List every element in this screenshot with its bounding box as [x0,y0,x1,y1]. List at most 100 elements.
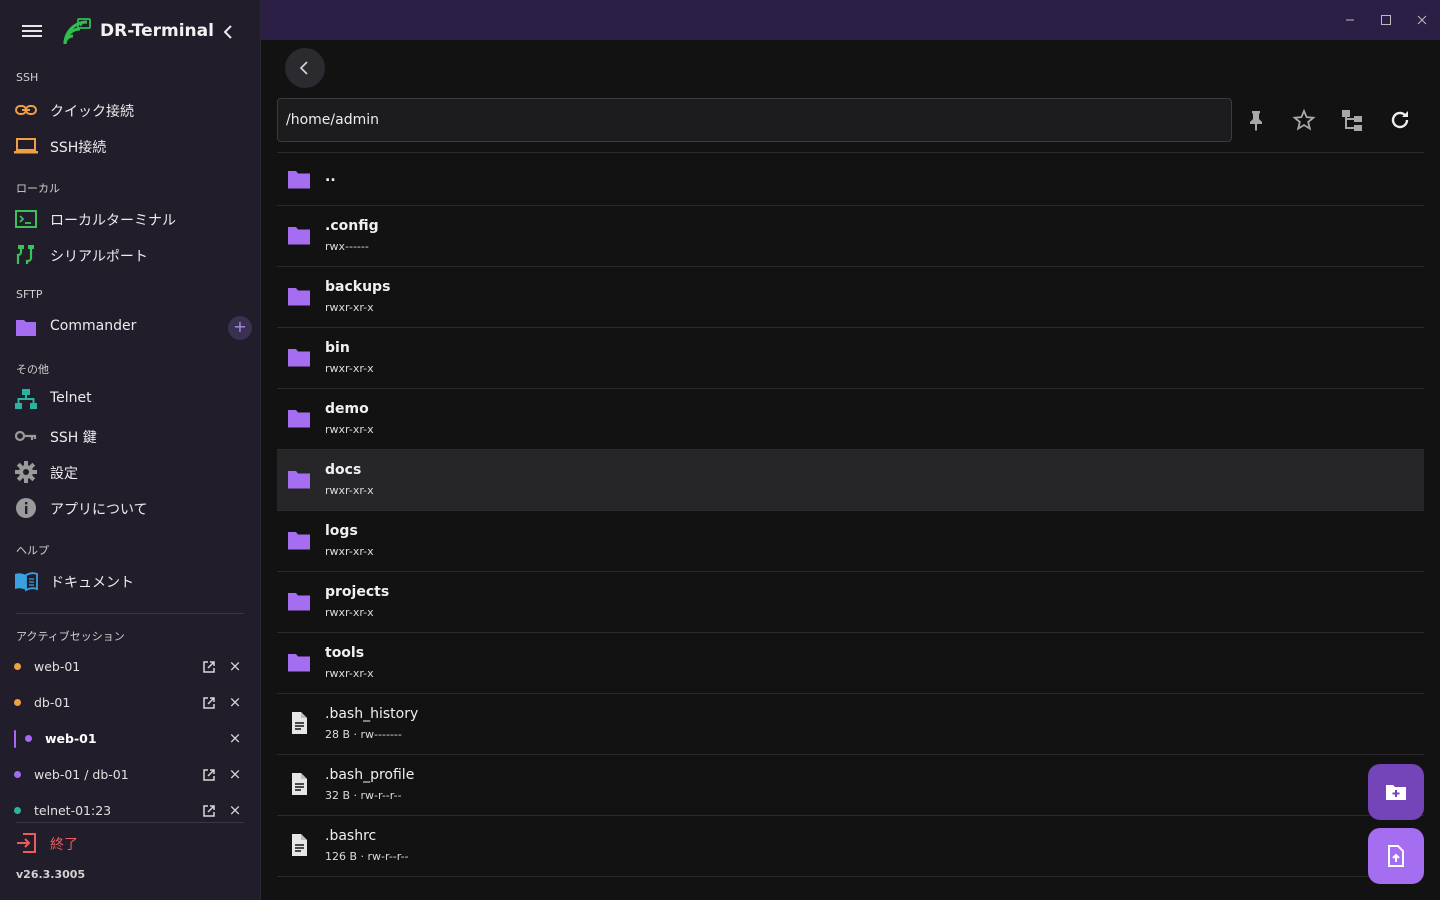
folder-row[interactable]: tools rwxr-xr-x [277,633,1424,694]
parent-directory-row[interactable]: .. [277,153,1424,206]
entry-name: .. [325,169,336,185]
add-commander-button[interactable]: + [228,316,252,340]
session-name: web-01 [45,731,97,746]
close-icon[interactable]: × [228,766,242,782]
session-item[interactable]: db-01 × [0,688,260,718]
chevron-left-icon[interactable] [218,22,238,42]
upload-file-icon [1388,845,1404,867]
close-window-icon[interactable] [1414,12,1430,28]
entry-meta: 32 B · rw-r--r-- [325,789,402,802]
session-name: web-01 / db-01 [34,767,129,782]
entry-meta: rwxr-xr-x [325,667,374,680]
tree-view-icon[interactable] [1340,108,1364,132]
session-item[interactable]: web-01 × [0,652,260,682]
nav-label: ローカルターミナル [50,213,176,229]
open-external-icon[interactable] [202,660,216,674]
entry-name: projects [325,584,390,600]
close-icon[interactable]: × [228,694,242,710]
section-label-ssh: SSH [16,71,39,84]
gear-icon [15,461,37,483]
session-item[interactable]: web-01 / db-01 × [0,760,260,790]
nav-item-commander[interactable]: Commander [0,310,260,344]
session-name: web-01 [34,659,81,674]
sidebar-divider [16,613,244,614]
folder-row[interactable]: bin rwxr-xr-x [277,328,1424,389]
nav-label: 設定 [50,466,78,482]
folder-row[interactable]: logs rwxr-xr-x [277,511,1424,572]
folder-row[interactable]: projects rwxr-xr-x [277,572,1424,633]
folder-icon [16,320,36,336]
entry-meta: 126 B · rw-r--r-- [325,850,409,863]
nav-item-settings[interactable]: 設定 [0,455,260,489]
book-icon [15,572,38,592]
nav-item-about[interactable]: アプリについて [0,491,260,525]
nav-item-telnet[interactable]: Telnet [0,382,260,416]
file-row[interactable]: .bash_history 28 B · rw------- [277,694,1424,755]
star-icon[interactable] [1292,108,1316,132]
status-dot [14,807,21,814]
folder-icon [288,171,310,189]
active-indicator [14,730,16,748]
folder-row[interactable]: .config rwx------ [277,206,1424,267]
refresh-icon[interactable] [1388,108,1412,132]
status-dot [14,663,21,670]
status-dot [14,771,21,778]
folder-icon [288,349,310,367]
file-list: .. .config rwx------ backups rwxr-xr-x bin rwx… [277,152,1424,877]
entry-name: demo [325,401,369,417]
section-label-other: その他 [16,363,49,376]
folder-icon [288,654,310,672]
upload-file-button[interactable] [1368,828,1424,884]
close-icon[interactable]: × [228,658,242,674]
file-icon [292,773,307,795]
folder-row[interactable]: demo rwxr-xr-x [277,389,1424,450]
entry-name: docs [325,462,362,478]
entry-name: backups [325,279,391,295]
section-label-help: ヘルプ [16,544,49,557]
open-external-icon[interactable] [202,804,216,818]
entry-name: logs [325,523,358,539]
network-icon [15,389,37,409]
close-icon[interactable]: × [228,730,242,746]
status-dot [14,699,21,706]
pin-icon[interactable] [1244,108,1268,132]
entry-name: tools [325,645,365,661]
app-logo-icon [63,18,91,45]
nav-label: アプリについて [50,502,148,518]
nav-item-quick-connect[interactable]: クイック接続 [0,93,260,127]
window-titlebar [261,0,1440,40]
nav-item-serial-port[interactable]: シリアルポート [0,238,260,272]
section-label-active-sessions: アクティブセッション [16,630,125,643]
minimize-icon[interactable] [1342,12,1358,28]
file-row[interactable]: .bash_profile 32 B · rw-r--r-- [277,755,1424,816]
maximize-icon[interactable] [1378,12,1394,28]
nav-label: SSH接続 [50,140,107,156]
menu-icon[interactable] [20,22,44,42]
folder-row[interactable]: docs rwxr-xr-x [277,450,1424,511]
nav-item-ssh-connect[interactable]: SSH接続 [0,129,260,163]
path-input[interactable] [277,98,1232,142]
nav-label: ドキュメント [50,575,134,591]
quit-button[interactable]: 終了 [0,828,260,858]
open-external-icon[interactable] [202,768,216,782]
brand-header: DR-Terminal [0,0,261,64]
folder-icon [288,471,310,489]
nav-item-docs[interactable]: ドキュメント [0,564,260,598]
open-external-icon[interactable] [202,696,216,710]
folder-icon [288,532,310,550]
nav-item-local-terminal[interactable]: ローカルターミナル [0,202,260,236]
terminal-icon [15,210,37,228]
entry-meta: rwxr-xr-x [325,606,374,619]
session-item-active[interactable]: web-01 × [0,724,260,754]
nav-item-ssh-keys[interactable]: SSH 鍵 [0,419,260,453]
new-folder-button[interactable] [1368,764,1424,820]
back-button[interactable] [285,48,325,88]
folder-row[interactable]: backups rwxr-xr-x [277,267,1424,328]
entry-meta: rwxr-xr-x [325,423,374,436]
cable-icon [16,245,34,264]
info-icon [16,498,36,518]
file-icon [292,712,307,734]
chevron-left-icon [299,61,308,75]
file-row[interactable]: .bashrc 126 B · rw-r--r-- [277,816,1424,877]
close-icon[interactable]: × [228,802,242,818]
